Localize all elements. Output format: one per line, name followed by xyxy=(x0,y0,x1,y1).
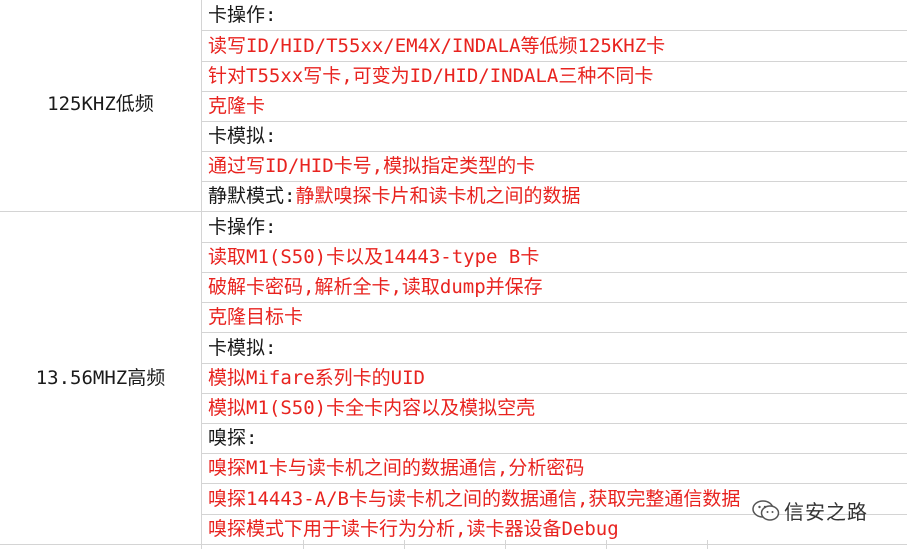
row-sniff-label: 嗅探: xyxy=(208,427,258,449)
row-emulate-by-id: 通过写ID/HID卡号,模拟指定类型的卡 xyxy=(208,155,536,177)
row-card-operation-label: 卡操作: xyxy=(208,216,277,238)
watermark: 信安之路 xyxy=(752,494,868,526)
column-divider xyxy=(201,0,202,549)
row-clone-card: 克隆卡 xyxy=(208,95,266,117)
group-label-high-frequency: 13.56MHZ高频 xyxy=(35,367,166,389)
row-crack-password: 破解卡密码,解析全卡,读取dump并保存 xyxy=(208,276,543,298)
row-emulate-mifare-uid: 模拟Mifare系列卡的UID xyxy=(208,367,425,389)
spreadsheet: 125KHZ低频 13.56MHZ高频 卡操作: 读写ID/HID/T55xx/… xyxy=(0,0,907,549)
group-label-low-frequency: 125KHZ低频 xyxy=(47,93,154,115)
row-silent-mode: 静默模式:静默嗅探卡片和读卡机之间的数据 xyxy=(203,181,907,211)
wechat-icon xyxy=(752,499,780,521)
row-read-m1: 读取M1(S50)卡以及14443-type B卡 xyxy=(208,246,540,268)
row-emulate-m1-full: 模拟M1(S50)卡全卡内容以及模拟空壳 xyxy=(208,397,536,419)
watermark-text: 信安之路 xyxy=(784,499,868,524)
bottom-border xyxy=(0,544,907,545)
silent-mode-text: 静默嗅探卡片和读卡机之间的数据 xyxy=(295,185,581,207)
row-low-freq-read-write: 读写ID/HID/T55xx/EM4X/INDALA等低频125KHZ卡 xyxy=(208,35,666,57)
row-card-emulation-label: 卡模拟: xyxy=(208,337,277,359)
row-clone-target: 克隆目标卡 xyxy=(208,306,304,328)
row-sniff-m1: 嗅探M1卡与读卡机之间的数据通信,分析密码 xyxy=(208,457,585,479)
silent-mode-prefix: 静默模式: xyxy=(208,185,296,207)
row-card-emulation-label: 卡模拟: xyxy=(208,125,277,147)
row-t55xx-write: 针对T55xx写卡,可变为ID/HID/INDALA三种不同卡 xyxy=(208,65,654,87)
row-card-operation-label: 卡操作: xyxy=(208,4,277,26)
